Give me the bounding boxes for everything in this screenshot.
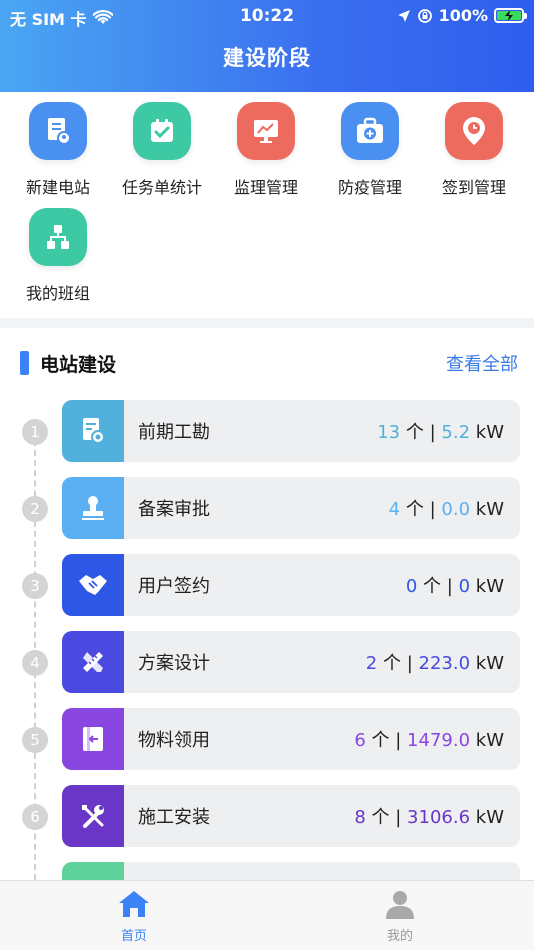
stage-row-survey[interactable]: 1 前期工勘 13 个 | 5.2 kW — [0, 400, 534, 462]
checklist-icon — [133, 102, 191, 160]
stage-capacity: 5.2 — [441, 422, 471, 443]
quick-item-label: 新建电站 — [25, 178, 90, 197]
station-construction-card: 电站建设 查看全部 1 前期工勘 13 个 | 5.2 kW 2 备案审批 4 … — [0, 328, 534, 880]
stage-stats: 2 个 | 223.0 kW — [365, 653, 504, 674]
stage-count: 4 — [388, 499, 401, 520]
stage-count: 13 — [377, 422, 401, 443]
stage-stats: 0 个 | 0 kW — [405, 576, 504, 597]
battery-icon — [494, 8, 527, 23]
location-pin-icon — [445, 102, 503, 160]
stage-capacity: 1479.0 — [407, 730, 471, 751]
tab-label: 首页 — [120, 929, 147, 944]
quick-item-epidemic[interactable]: 防疫管理 — [318, 102, 422, 198]
stage-icon-partial — [62, 862, 124, 880]
home-icon — [119, 891, 149, 917]
stage-capacity: 0 — [458, 576, 471, 597]
header: 无 SIM 卡 10:22 100% 建设阶段 — [0, 0, 534, 92]
stage-row-filing[interactable]: 2 备案审批 4 个 | 0.0 kW — [0, 477, 534, 539]
survey-doc-icon — [62, 400, 124, 462]
handshake-icon — [62, 554, 124, 616]
stage-stats: 4 个 | 0.0 kW — [388, 499, 504, 520]
quick-item-label: 监理管理 — [233, 178, 298, 197]
stage-name: 用户签约 — [138, 576, 210, 597]
section-title: 电站建设 — [40, 354, 117, 376]
medical-kit-icon — [341, 102, 399, 160]
stage-index: 4 — [22, 650, 48, 676]
monitor-chart-icon — [237, 102, 295, 160]
stage-stats: 6 个 | 1479.0 kW — [354, 730, 504, 751]
stage-index: 1 — [22, 419, 48, 445]
quick-item-label: 我的班组 — [25, 284, 90, 303]
quick-item-label: 签到管理 — [441, 178, 506, 197]
stage-capacity: 3106.6 — [407, 807, 471, 828]
quick-item-label: 防疫管理 — [337, 178, 402, 197]
quick-item-label: 任务单统计 — [121, 178, 202, 197]
stamp-icon — [62, 477, 124, 539]
tab-home[interactable]: 首页 — [74, 889, 194, 944]
stage-count: 0 — [405, 576, 418, 597]
section-accent-bar — [20, 351, 29, 375]
quick-item-checkin[interactable]: 签到管理 — [422, 102, 526, 198]
tab-mine[interactable]: 我的 — [340, 889, 460, 944]
stage-index: 3 — [22, 573, 48, 599]
stage-index: 2 — [22, 496, 48, 522]
stage-row-design[interactable]: 4 方案设计 2 个 | 223.0 kW — [0, 631, 534, 693]
stage-name: 物料领用 — [138, 730, 210, 751]
station-doc-icon — [29, 102, 87, 160]
stage-count: 2 — [365, 653, 378, 674]
section-header: 电站建设 查看全部 — [20, 348, 518, 378]
material-box-icon — [62, 708, 124, 770]
quick-item-my-team[interactable]: 我的班组 — [6, 208, 110, 304]
tab-bar: 首页 我的 — [0, 880, 534, 950]
tools-icon — [62, 785, 124, 847]
quick-menu: 新建电站 任务单统计 监理管理 防疫管理 签到管理 我的班组 — [0, 92, 534, 318]
stage-stats: 13 个 | 5.2 kW — [377, 422, 504, 443]
stage-name: 方案设计 — [138, 653, 210, 674]
page-title: 建设阶段 — [223, 46, 311, 70]
stage-name: 前期工勘 — [138, 422, 210, 443]
stage-row-installation[interactable]: 6 施工安装 8 个 | 3106.6 kW — [0, 785, 534, 847]
location-arrow-icon — [397, 9, 410, 22]
team-structure-icon — [29, 208, 87, 266]
stage-index: 6 — [22, 804, 48, 830]
stage-count: 8 — [354, 807, 366, 828]
stage-row-partial[interactable] — [0, 862, 534, 880]
user-icon — [386, 891, 414, 919]
stage-row-materials[interactable]: 5 物料领用 6 个 | 1479.0 kW — [0, 708, 534, 770]
stage-stats: 8 个 | 3106.6 kW — [354, 807, 504, 828]
stage-index: 5 — [22, 727, 48, 753]
view-all-link[interactable]: 查看全部 — [446, 350, 518, 376]
stage-capacity: 223.0 — [418, 653, 471, 674]
battery-percent: 100% — [438, 6, 488, 25]
tab-label: 我的 — [386, 929, 413, 944]
quick-item-supervision[interactable]: 监理管理 — [214, 102, 318, 198]
stage-row-signing[interactable]: 3 用户签约 0 个 | 0 kW — [0, 554, 534, 616]
ruler-pencil-icon — [62, 631, 124, 693]
stage-count: 6 — [354, 730, 366, 751]
quick-item-new-station[interactable]: 新建电站 — [6, 102, 110, 198]
quick-item-task-stats[interactable]: 任务单统计 — [110, 102, 214, 198]
stage-name: 备案审批 — [138, 499, 210, 520]
status-bar: 无 SIM 卡 10:22 100% — [0, 4, 534, 29]
orientation-lock-icon — [417, 8, 432, 23]
stage-name: 施工安装 — [138, 807, 210, 828]
stage-capacity: 0.0 — [441, 499, 471, 520]
